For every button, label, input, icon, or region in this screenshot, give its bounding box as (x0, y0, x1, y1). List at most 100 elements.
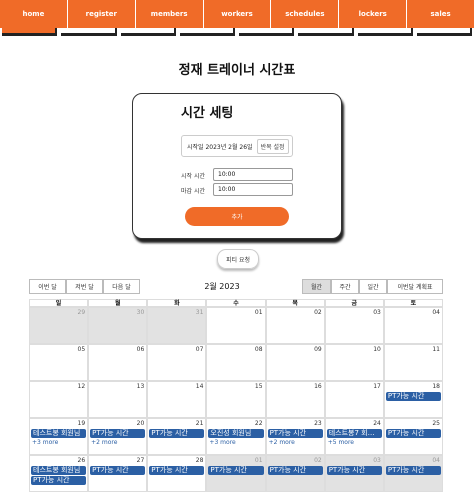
calendar-event[interactable]: PT가능 시간 (385, 429, 441, 438)
subtab[interactable] (298, 28, 354, 36)
day-number: 15 (254, 383, 263, 390)
weekday-label: 화 (147, 299, 207, 307)
nav-register[interactable]: register (68, 0, 136, 28)
calendar-event[interactable]: PT가능 시간 (149, 429, 205, 438)
calendar-day[interactable]: 14 (147, 381, 207, 418)
calendar-day[interactable]: 02 (265, 307, 325, 344)
calendar-event[interactable]: PT가능 시간 (385, 466, 441, 475)
calendar-day[interactable]: 29 (29, 307, 89, 344)
calendar-day[interactable]: 28 PT가능 시간 (147, 455, 207, 492)
day-number: 19 (77, 420, 86, 427)
calendar-day[interactable]: 13 (88, 381, 148, 418)
calendar-day[interactable]: 21 PT가능 시간 (147, 418, 207, 455)
calendar-event[interactable]: 오진성 회원님 (208, 429, 264, 438)
view-month-button[interactable]: 월간 (302, 279, 331, 294)
calendar-day[interactable]: 24 테스트봉7 회… +5 more (324, 418, 384, 455)
subtab[interactable] (179, 28, 235, 36)
nav-home[interactable]: home (0, 0, 68, 28)
calendar-day[interactable]: 09 (265, 344, 325, 381)
calendar-event[interactable]: PT가능 시간 (267, 429, 323, 438)
subtab[interactable] (120, 28, 176, 36)
calendar-day[interactable]: 04 PT가능 시간 (383, 455, 443, 492)
calendar-day[interactable]: 01 (206, 307, 266, 344)
start-date-label: 시작일 2023년 2월 26일 (187, 143, 253, 151)
calendar-day[interactable]: 02 PT가능 시간 (265, 455, 325, 492)
calendar-event[interactable]: 테스트봉 회원님 (31, 429, 87, 438)
calendar-event[interactable]: PT가능 시간 (149, 466, 205, 475)
weekday-label: 금 (324, 299, 384, 307)
pt-request-button[interactable]: 피티 요청 (217, 249, 259, 269)
day-number: 28 (195, 457, 204, 464)
more-events-link[interactable]: +5 more (328, 439, 354, 446)
subtab-active[interactable] (2, 28, 58, 36)
calendar-event[interactable]: PT가능 시간 (90, 466, 146, 475)
calendar-event[interactable]: PT가능 시간 (326, 466, 382, 475)
view-plan-button[interactable]: 이번달 계획표 (387, 279, 443, 294)
calendar-day[interactable]: 04 (383, 307, 443, 344)
calendar-day[interactable]: 16 (265, 381, 325, 418)
subtab[interactable] (61, 28, 117, 36)
calendar-weeks: 29 30 31 01 02 03 04 05 06 07 08 09 10 11 12 13 14 15 16 17… (29, 307, 443, 492)
nav-workers[interactable]: workers (204, 0, 272, 28)
calendar-day[interactable]: 31 (147, 307, 207, 344)
calendar-day[interactable]: 20 PT가능 시간 +2 more (88, 418, 148, 455)
subtab[interactable] (357, 28, 413, 36)
calendar-event[interactable]: 테스트봉 회원님 (31, 466, 87, 475)
nav-members[interactable]: members (136, 0, 204, 28)
view-day-button[interactable]: 일간 (359, 279, 387, 294)
calendar-event[interactable]: PT가능 시간 (267, 466, 323, 475)
calendar-day[interactable]: 19 테스트봉 회원님 +3 more (29, 418, 89, 455)
calendar-day[interactable]: 12 (29, 381, 89, 418)
nav-schedules[interactable]: schedules (271, 0, 340, 28)
this-month-button[interactable]: 이번 달 (29, 279, 66, 294)
calendar-day[interactable]: 06 (88, 344, 148, 381)
nav-sales[interactable]: sales (407, 0, 474, 28)
more-events-link[interactable]: +2 more (91, 439, 117, 446)
calendar-week: 29 30 31 01 02 03 04 (29, 307, 443, 344)
calendar-day[interactable]: 05 (29, 344, 89, 381)
day-number: 03 (373, 309, 381, 316)
calendar-event[interactable]: 테스트봉7 회… (326, 429, 382, 438)
add-button[interactable]: 추가 (185, 207, 289, 226)
calendar-day[interactable]: 23 PT가능 시간 +2 more (265, 418, 325, 455)
calendar-day[interactable]: 11 (383, 344, 443, 381)
view-week-button[interactable]: 주간 (331, 279, 359, 294)
calendar-day[interactable]: 26 테스트봉 회원님 PT가능 시간 (29, 455, 89, 492)
start-time-input[interactable]: 10:00 (213, 168, 293, 181)
day-number: 16 (314, 383, 322, 390)
calendar-day[interactable]: 07 (147, 344, 207, 381)
calendar-day[interactable]: 15 (206, 381, 266, 418)
day-number: 03 (373, 457, 381, 464)
calendar-event[interactable]: PT가능 시간 (385, 392, 441, 401)
calendar-day[interactable]: 25 PT가능 시간 (383, 418, 443, 455)
repeat-setting-button[interactable]: 반복 설정 (256, 138, 289, 154)
subtab[interactable] (239, 28, 295, 36)
calendar-day[interactable]: 01 PT가능 시간 (206, 455, 266, 492)
calendar-day[interactable]: 17 (324, 381, 384, 418)
calendar-event[interactable]: PT가능 시간 (90, 429, 146, 438)
next-month-button[interactable]: 다음 달 (103, 279, 140, 294)
nav-lockers[interactable]: lockers (339, 0, 408, 28)
day-number: 31 (195, 309, 204, 316)
day-number: 24 (373, 420, 381, 427)
calendar-day[interactable]: 22 오진성 회원님 +3 more (206, 418, 266, 455)
calendar-day[interactable]: 08 (206, 344, 266, 381)
calendar-event[interactable]: PT가능 시간 (208, 466, 264, 475)
calendar-day[interactable]: 30 (88, 307, 148, 344)
more-events-link[interactable]: +3 more (209, 439, 235, 446)
end-time-input[interactable]: 10:00 (213, 183, 293, 196)
more-events-link[interactable]: +3 more (32, 439, 58, 446)
calendar-day[interactable]: 27 PT가능 시간 (88, 455, 148, 492)
more-events-link[interactable]: +2 more (269, 439, 295, 446)
subtab[interactable] (416, 28, 472, 36)
start-date-field[interactable]: 시작일 2023년 2월 26일 반복 설정 (181, 135, 293, 157)
prev-month-button[interactable]: 저번 달 (66, 279, 103, 294)
calendar-day[interactable]: 03 PT가능 시간 (324, 455, 384, 492)
day-number: 14 (195, 383, 204, 390)
calendar-day[interactable]: 10 (324, 344, 384, 381)
calendar-day[interactable]: 18 PT가능 시간 (383, 381, 443, 418)
page-title: 정재 트레이너 시간표 (178, 63, 296, 78)
day-number: 12 (77, 383, 86, 390)
calendar-day[interactable]: 03 (324, 307, 384, 344)
end-time-label: 마감 시간 (181, 188, 205, 195)
